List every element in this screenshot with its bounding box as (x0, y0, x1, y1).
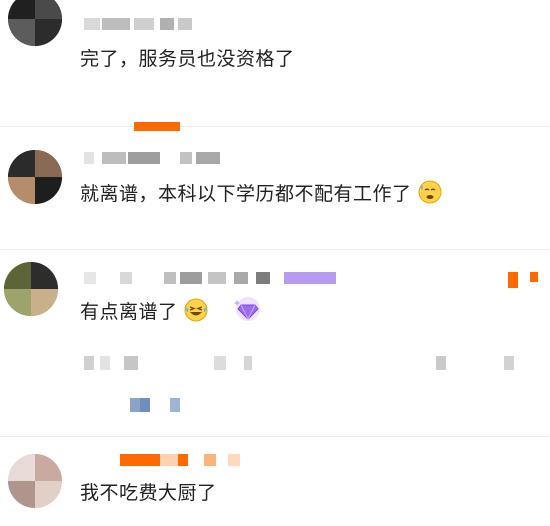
comment-text-content: 我不吃费大厨了 (80, 482, 217, 504)
username-mosaic[interactable] (120, 454, 250, 466)
comment-text: 有点离谱了 (80, 296, 263, 329)
reply-mosaic[interactable] (84, 356, 524, 370)
avatar[interactable] (8, 150, 62, 204)
avatar[interactable] (8, 0, 62, 46)
comment-text: 我不吃费大厨了 (80, 480, 217, 506)
divider (0, 436, 550, 437)
comment-text-content: 就离谱，本科以下学历都不配有工作了 (80, 183, 412, 205)
comment-text-content: 完了，服务员也没资格了 (80, 48, 295, 70)
comment-item-1: 完了，服务员也没资格了 (0, 0, 550, 120)
comment-text: 就离谱，本科以下学历都不配有工作了 (80, 180, 442, 211)
avatar[interactable] (4, 262, 58, 316)
comment-item-2: 就离谱，本科以下学历都不配有工作了 (0, 140, 550, 250)
comment-text-content: 有点离谱了 (80, 301, 178, 323)
badge-stripe (530, 272, 538, 282)
username-mosaic[interactable] (84, 152, 224, 164)
comment-item-4: 我不吃费大厨了 (0, 444, 550, 526)
purple-gem-badge-icon (233, 296, 263, 329)
username-mosaic[interactable] (84, 18, 194, 30)
username-mosaic[interactable] (84, 272, 344, 284)
divider (0, 126, 550, 127)
comment-item-3: 有点离谱了 (0, 256, 550, 436)
sweat-emoji-icon (418, 180, 442, 211)
badge-stripe (134, 122, 180, 131)
laugh-cry-emoji-icon (184, 298, 208, 329)
comment-text: 完了，服务员也没资格了 (80, 46, 295, 72)
divider (0, 249, 550, 250)
reply-mosaic[interactable] (130, 398, 190, 412)
avatar[interactable] (8, 454, 62, 508)
badge-stripe (508, 272, 518, 288)
